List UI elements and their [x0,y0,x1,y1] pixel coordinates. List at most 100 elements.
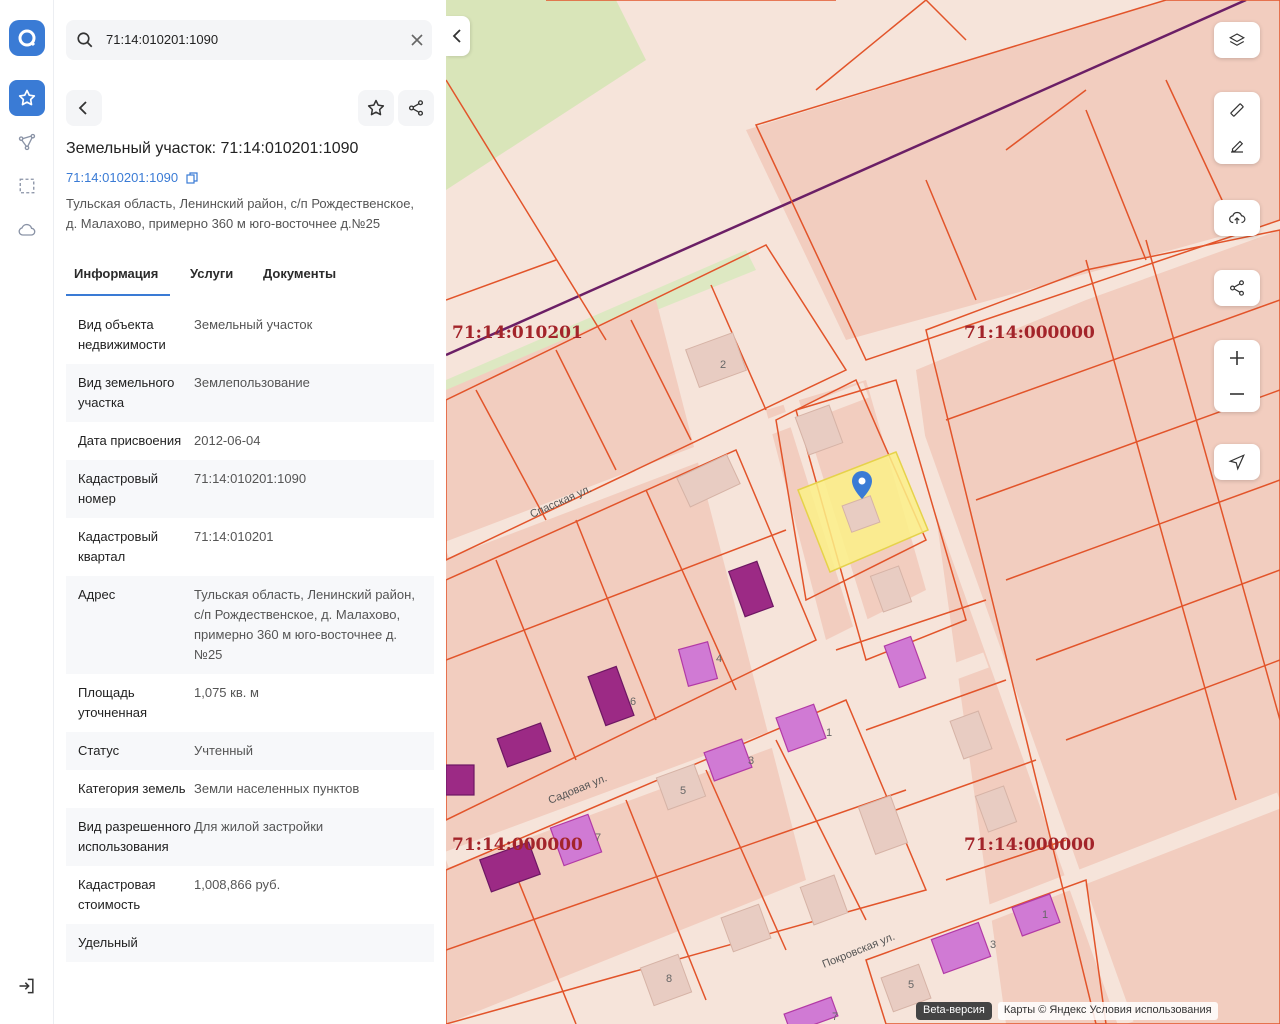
house-number: 4 [716,653,722,665]
cloud-icon[interactable] [9,212,45,248]
object-address: Тульская область, Ленинский район, с/п Р… [66,196,415,231]
route-icon[interactable] [9,124,45,160]
back-button[interactable] [66,90,102,126]
house-number: 1 [1042,909,1048,921]
chevron-left-icon [78,101,87,115]
map-footer: Beta-версия Карты © Яндекс Условия испол… [916,1002,1218,1020]
chevron-left-icon [452,29,461,43]
property-value: 1,008,866 руб. [194,877,281,892]
properties-table: Вид объекта недвижимости Земельный участо… [66,306,434,962]
property-value: Земельный участок [194,317,313,332]
property-key: Категория земель [78,781,186,796]
map-canvas[interactable]: 71:14:010201 71:14:000000 71:14:000000 7… [446,0,1280,1024]
quarter-label-3: 71:14:000000 [452,835,583,855]
property-key: Статус [78,743,120,758]
search-icon [77,32,93,48]
property-row: Кадастровая стоимость 1,008,866 руб. [66,866,434,924]
logout-icon[interactable] [9,968,45,1004]
quarter-label-2: 71:14:000000 [964,323,1095,343]
tab-documents[interactable]: Документы [263,266,336,281]
map-attribution[interactable]: Карты © Яндекс Условия использования [997,1002,1218,1020]
search-input[interactable]: 71:14:010201:1090 [106,32,218,47]
tab-info[interactable]: Информация [74,266,158,281]
property-key: Дата присвоения [78,433,182,448]
tab-services[interactable]: Услуги [190,266,233,281]
upload-control [1214,200,1260,236]
edit-button[interactable] [1214,128,1260,164]
edit-icon [1231,140,1244,153]
property-row: Кадастровый номер 71:14:010201:1090 [66,460,434,518]
house-number: 3 [748,755,754,767]
zoom-out-button[interactable] [1214,376,1260,412]
property-key: Вид разрешенного использования [78,819,191,854]
cadastral-number-text[interactable]: 71:14:010201:1090 [66,170,178,185]
property-row: Вид земельного участка Землепользование [66,364,434,422]
map[interactable]: 71:14:010201 71:14:000000 71:14:000000 7… [446,0,1280,1024]
beta-badge: Beta-версия [916,1002,992,1020]
star-icon [367,99,385,116]
share-icon [408,100,424,116]
info-panel: 71:14:010201:1090 Земельный участок: 71:… [54,0,446,1024]
property-row: Категория земель Земли населенных пунктов [66,770,434,808]
property-value: Тульская область, Ленинский район, с/п Р… [194,587,415,662]
left-rail [0,0,54,1024]
house-number: 7 [595,832,601,844]
property-key: Удельный [78,935,138,950]
layers-button[interactable] [1214,22,1260,58]
zoom-control [1214,340,1260,412]
property-row: Дата присвоения 2012-06-04 [66,422,434,460]
favorites-icon[interactable] [9,80,45,116]
property-row: Статус Учтенный [66,732,434,770]
house-number: 6 [630,696,636,708]
property-key: Кадастровый квартал [78,529,159,564]
property-row: Вид разрешенного использования Для жилой … [66,808,434,866]
quarter-label-1: 71:14:010201 [452,323,583,343]
house-number: 3 [990,939,996,951]
ruler-button[interactable] [1214,92,1260,128]
object-title: Земельный участок: 71:14:010201:1090 [66,140,359,157]
property-row: Адрес Тульская область, Ленинский район, … [66,576,434,674]
house-number: 5 [908,979,914,991]
property-row: Вид объекта недвижимости Земельный участо… [66,306,434,364]
geolocation-button[interactable] [1214,444,1260,480]
cadastral-number-link[interactable]: 71:14:010201:1090 [66,170,198,185]
property-value: Для жилой застройки [194,819,324,834]
property-value: Землепользование [194,375,310,390]
area-select-icon[interactable] [9,168,45,204]
property-key: Кадастровая стоимость [78,877,156,912]
app-logo-icon[interactable] [9,20,45,56]
geolocation-control [1214,444,1260,480]
navigation-arrow-icon [1228,454,1245,471]
collapse-panel-button[interactable] [446,16,470,56]
property-key: Вид объекта недвижимости [78,317,166,352]
house-number: 5 [680,785,686,797]
layers-icon [1229,33,1245,46]
copy-icon[interactable] [186,172,198,184]
house-number: 1 [826,727,832,739]
clear-search-icon[interactable] [410,33,424,47]
share-control [1214,270,1260,306]
ruler-icon [1230,103,1244,117]
property-row: Удельный [66,924,434,962]
quarter-label-4: 71:14:000000 [964,835,1095,855]
upload-button[interactable] [1214,200,1260,236]
property-key: Кадастровый номер [78,471,159,506]
house-number: 8 [666,973,672,985]
favorite-button[interactable] [358,90,394,126]
property-row: Кадастровый квартал 71:14:010201 [66,518,434,576]
share-icon [1230,280,1244,296]
house-number: 7 [832,1011,838,1023]
property-value: 2012-06-04 [194,433,261,448]
property-value: 71:14:010201:1090 [194,471,307,486]
minus-icon [1230,393,1244,395]
property-value: Земли населенных пунктов [194,781,360,796]
map-share-button[interactable] [1214,270,1260,306]
tools-control [1214,92,1260,164]
house-number: 2 [720,359,726,371]
share-button[interactable] [398,90,434,126]
property-row: Площадь уточненная 1,075 кв. м [66,674,434,732]
plus-icon [1230,351,1244,365]
zoom-in-button[interactable] [1214,340,1260,376]
active-tab-indicator [66,294,170,296]
search-bar[interactable]: 71:14:010201:1090 [66,20,432,60]
